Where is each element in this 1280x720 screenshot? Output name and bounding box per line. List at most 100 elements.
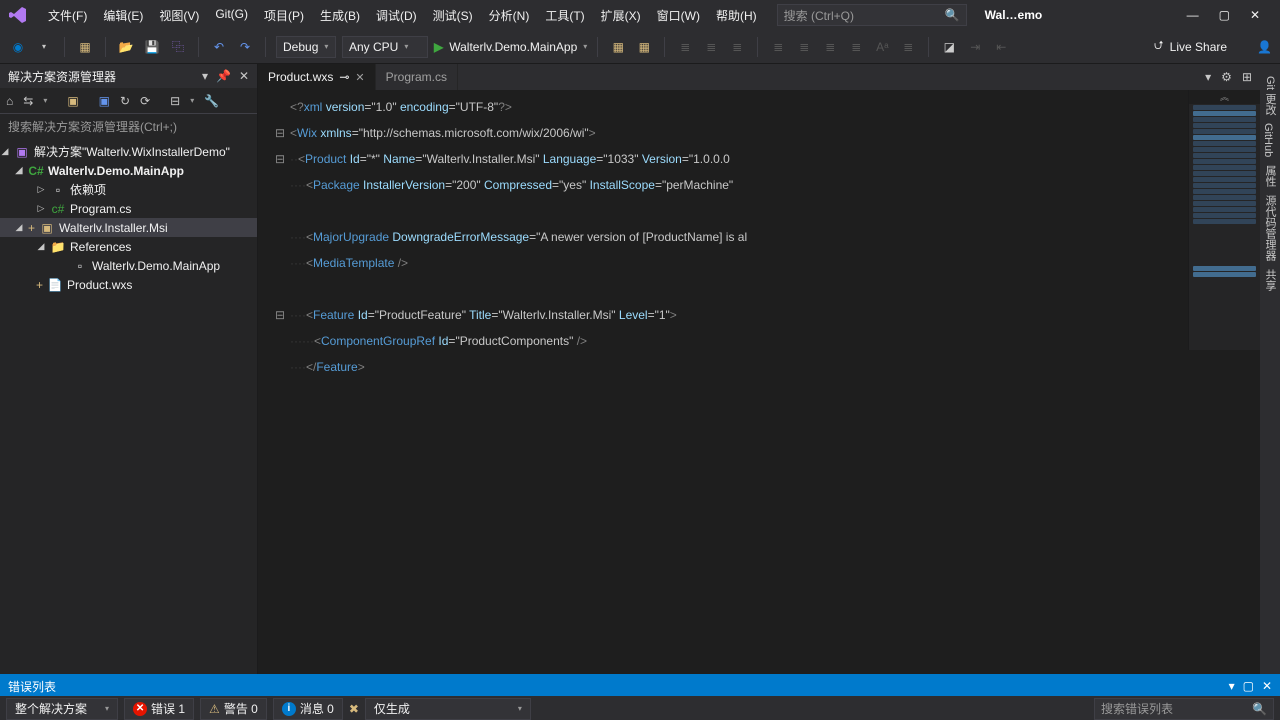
right-tab[interactable]: 属性 bbox=[1262, 161, 1278, 191]
save-button[interactable]: 💾 bbox=[142, 37, 162, 57]
save-all-button[interactable]: ⿻ bbox=[168, 37, 188, 57]
nav-back-button[interactable]: ◉ bbox=[8, 37, 28, 57]
project-node[interactable]: ◢C#Walterlv.Demo.MainApp bbox=[0, 161, 257, 180]
right-tab[interactable]: 共享 bbox=[1262, 265, 1278, 295]
home-icon[interactable]: ⌂ bbox=[6, 94, 13, 108]
refs-node[interactable]: ◢📁References bbox=[0, 237, 257, 256]
dropdown-icon[interactable]: ▾ bbox=[1229, 679, 1235, 693]
redo-button[interactable]: ↷ bbox=[235, 37, 255, 57]
minimap[interactable]: ︽ bbox=[1188, 90, 1260, 350]
indent-icon[interactable]: ≣ bbox=[768, 37, 788, 57]
yellow-icon[interactable]: ▣ bbox=[67, 94, 78, 108]
message-filter[interactable]: i消息 0 bbox=[273, 698, 343, 720]
warning-filter[interactable]: ⚠警告 0 bbox=[200, 698, 267, 720]
explorer-toolbar: ⌂ ⇆ ▾ ▣ ▣ ↻ ⟳ ⊟ ▾ 🔧 bbox=[0, 88, 257, 114]
indent-icon[interactable]: ≣ bbox=[846, 37, 866, 57]
gear-icon[interactable]: ⚙ bbox=[1221, 70, 1232, 84]
arrow-icon[interactable]: ⇆ bbox=[23, 94, 33, 108]
code-area[interactable]: <?xml version="1.0" encoding="UTF-8"?>⊟<… bbox=[258, 90, 1260, 674]
deps-node[interactable]: ▷▫依赖项 bbox=[0, 180, 257, 199]
indent-icon[interactable]: ≣ bbox=[701, 37, 721, 57]
menu-item[interactable]: 项目(P) bbox=[256, 3, 312, 28]
error-search[interactable]: 搜索错误列表🔍 bbox=[1094, 698, 1274, 720]
menu-item[interactable]: 窗口(W) bbox=[649, 3, 708, 28]
file-node[interactable]: ▷c#Program.cs bbox=[0, 199, 257, 218]
tool-icon-2[interactable]: ▦ bbox=[634, 37, 654, 57]
tab-product-wxs[interactable]: Product.wxs⊸✕ bbox=[258, 64, 376, 90]
menu-item[interactable]: 视图(V) bbox=[151, 3, 207, 28]
search-icon: 🔍 bbox=[1252, 702, 1267, 716]
liveshare-button[interactable]: Live Share bbox=[1170, 40, 1227, 54]
menu-item[interactable]: 测试(S) bbox=[425, 3, 481, 28]
build-filter-combo[interactable]: 仅生成▾ bbox=[365, 698, 531, 720]
menu-item[interactable]: 调试(D) bbox=[368, 3, 425, 28]
nav-forward-button[interactable]: ▾ bbox=[34, 37, 54, 57]
menu-item[interactable]: 扩展(X) bbox=[593, 3, 649, 28]
close-icon[interactable]: ✕ bbox=[355, 71, 364, 84]
close-panel-icon[interactable]: ✕ bbox=[1262, 679, 1272, 693]
indent-icon[interactable]: ≣ bbox=[898, 37, 918, 57]
tabs-overflow-icon[interactable]: ▾ bbox=[1205, 70, 1211, 84]
close-button[interactable]: ✕ bbox=[1250, 8, 1260, 22]
tool-icon[interactable]: ▦ bbox=[608, 37, 628, 57]
panel-title: 解决方案资源管理器 ▾ 📌 ✕ bbox=[0, 64, 257, 88]
scope-combo[interactable]: 整个解决方案▾ bbox=[6, 698, 118, 720]
right-tab[interactable]: 源代码管理器 bbox=[1262, 191, 1278, 265]
clear-icon[interactable]: ✖ bbox=[349, 702, 359, 716]
start-button[interactable]: ▶ bbox=[434, 40, 443, 54]
menu-item[interactable]: 生成(B) bbox=[312, 3, 368, 28]
right-tab[interactable]: GitHub bbox=[1262, 119, 1274, 161]
indent-icon[interactable]: Aᵃ bbox=[872, 37, 892, 57]
pin-icon[interactable]: ▢ bbox=[1243, 679, 1254, 693]
menu-item[interactable]: 文件(F) bbox=[40, 3, 95, 28]
menu-item[interactable]: 帮助(H) bbox=[708, 3, 765, 28]
indent-icon[interactable]: ≣ bbox=[727, 37, 747, 57]
config-combo[interactable]: Debug▾ bbox=[276, 36, 336, 58]
properties-icon[interactable]: 🔧 bbox=[204, 94, 219, 108]
menu-item[interactable]: 编辑(E) bbox=[95, 3, 151, 28]
indent-icon[interactable]: ≣ bbox=[794, 37, 814, 57]
global-search[interactable]: 搜索 (Ctrl+Q) 🔍 bbox=[777, 4, 967, 26]
error-filter[interactable]: ✕错误 1 bbox=[124, 698, 194, 720]
window-controls: — ▢ ✕ bbox=[1187, 8, 1274, 22]
icon[interactable]: ⇤ bbox=[991, 37, 1011, 57]
window-title: Wal…emo bbox=[985, 8, 1043, 22]
new-button[interactable]: ▦ bbox=[75, 37, 95, 57]
tab-program-cs[interactable]: Program.cs bbox=[376, 64, 458, 90]
start-target[interactable]: Walterlv.Demo.MainApp bbox=[449, 40, 577, 54]
collapse-icon[interactable]: ⊟ bbox=[170, 94, 180, 108]
indent-icon[interactable]: ≣ bbox=[820, 37, 840, 57]
indent-icon[interactable]: ≣ bbox=[675, 37, 695, 57]
bookmark-icon[interactable]: ◪ bbox=[939, 37, 959, 57]
file-node-wxs[interactable]: +📄Product.wxs bbox=[0, 275, 257, 294]
undo-button[interactable]: ↶ bbox=[209, 37, 229, 57]
ref-item[interactable]: ▫Walterlv.Demo.MainApp bbox=[0, 256, 257, 275]
error-list-panel: 错误列表 ▾▢✕ 整个解决方案▾ ✕错误 1 ⚠警告 0 i消息 0 ✖ 仅生成… bbox=[0, 674, 1280, 720]
menu-item[interactable]: 分析(N) bbox=[481, 3, 538, 28]
sync-icon[interactable]: ↻ bbox=[120, 94, 130, 108]
open-button[interactable]: 📂 bbox=[116, 37, 136, 57]
blue-icon[interactable]: ▣ bbox=[99, 94, 110, 108]
pin-icon[interactable]: 📌 bbox=[216, 69, 231, 83]
account-icon[interactable]: 👤 bbox=[1257, 40, 1272, 54]
close-panel-icon[interactable]: ✕ bbox=[239, 69, 249, 83]
right-tab[interactable]: Git 更改 bbox=[1262, 72, 1278, 119]
icon[interactable]: ⇥ bbox=[965, 37, 985, 57]
platform-combo[interactable]: Any CPU▾ bbox=[342, 36, 428, 58]
main-area: 解决方案资源管理器 ▾ 📌 ✕ ⌂ ⇆ ▾ ▣ ▣ ↻ ⟳ ⊟ ▾ 🔧 搜索解决… bbox=[0, 64, 1280, 674]
project-node-selected[interactable]: ◢+▣Walterlv.Installer.Msi bbox=[0, 218, 257, 237]
menu-item[interactable]: Git(G) bbox=[207, 3, 256, 28]
maximize-button[interactable]: ▢ bbox=[1219, 8, 1230, 22]
minimize-button[interactable]: — bbox=[1187, 8, 1199, 22]
search-placeholder: 搜索 (Ctrl+Q) bbox=[784, 7, 945, 24]
liveshare-icon[interactable]: ⮍ bbox=[1154, 36, 1164, 57]
explorer-search[interactable]: 搜索解决方案资源管理器(Ctrl+;) bbox=[0, 114, 257, 138]
solution-node[interactable]: ◢▣解决方案"Walterlv.WixInstallerDemo" bbox=[0, 142, 257, 161]
split-icon[interactable]: ⊞ bbox=[1242, 70, 1252, 84]
solution-explorer: 解决方案资源管理器 ▾ 📌 ✕ ⌂ ⇆ ▾ ▣ ▣ ↻ ⟳ ⊟ ▾ 🔧 搜索解决… bbox=[0, 64, 258, 674]
search-icon: 🔍 bbox=[945, 8, 960, 22]
dropdown-icon[interactable]: ▾ bbox=[202, 69, 208, 83]
pin-icon[interactable]: ⊸ bbox=[339, 70, 349, 84]
menu-item[interactable]: 工具(T) bbox=[537, 3, 592, 28]
refresh-icon[interactable]: ⟳ bbox=[140, 94, 150, 108]
